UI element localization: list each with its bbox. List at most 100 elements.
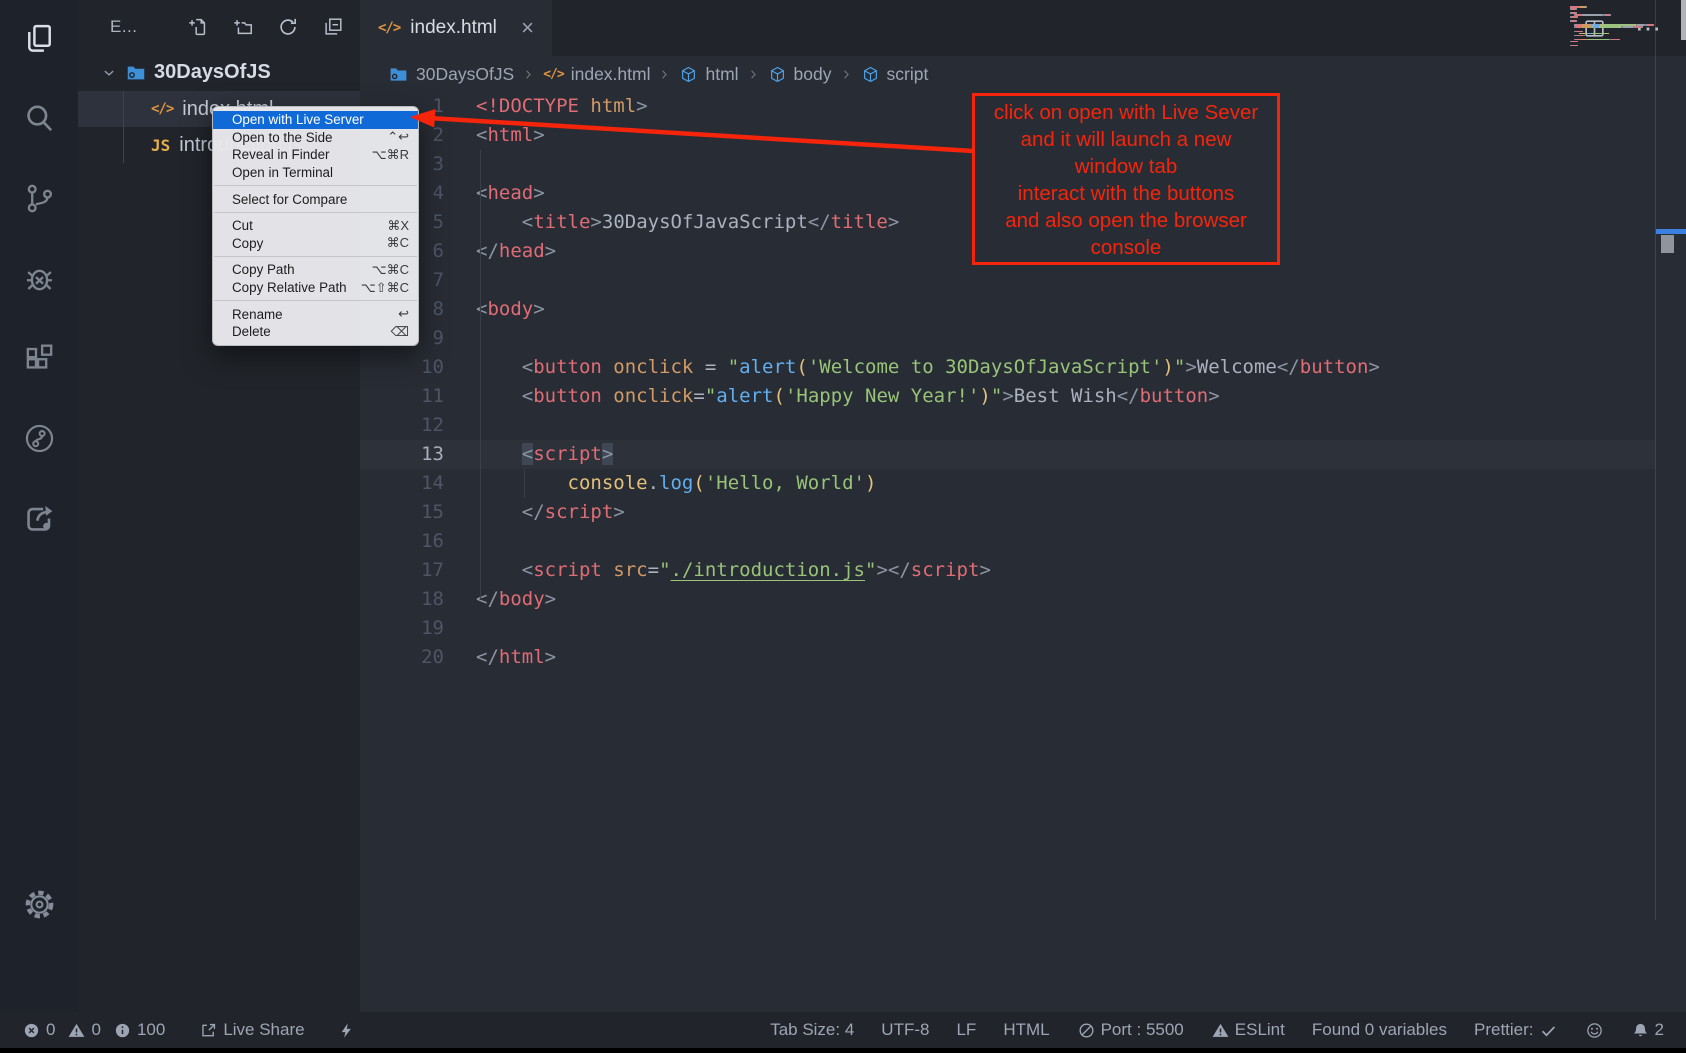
code-line-8[interactable]: 8<body>	[360, 295, 1686, 324]
breadcrumb-separator-icon	[521, 67, 536, 82]
status-item-lf[interactable]: LF	[956, 1020, 976, 1040]
bottom-strip	[0, 1048, 1686, 1053]
symbol-cube-icon	[861, 65, 880, 84]
symbol-cube-icon	[679, 65, 698, 84]
line-number: 20	[360, 643, 444, 672]
menu-item-copy-path[interactable]: Copy Path⌥⌘C	[213, 261, 418, 279]
live-share-icon	[22, 501, 57, 536]
tab-bar: </> index.html × ⋯	[360, 0, 1686, 56]
tab-index-html[interactable]: </> index.html ×	[360, 0, 552, 56]
circle-slash-icon	[1077, 1021, 1096, 1040]
status-item-port-5500[interactable]: Port : 5500	[1077, 1020, 1184, 1040]
status-item-smiley[interactable]	[1585, 1021, 1604, 1040]
code-line-18[interactable]: 18</body>	[360, 585, 1686, 614]
new-file-icon[interactable]	[187, 16, 209, 38]
breadcrumb-item-index-html[interactable]: </>index.html	[543, 64, 650, 85]
line-number: 10	[360, 353, 444, 382]
collapse-folders-icon[interactable]	[322, 16, 344, 38]
annotation-text: click on open with Live Sever	[975, 99, 1277, 126]
status-item-found-0-variables[interactable]: Found 0 variables	[1312, 1020, 1447, 1040]
breadcrumb-item-30daysofjs[interactable]: 30DaysOfJS	[388, 64, 514, 85]
chevron-down-icon	[100, 64, 118, 82]
status-item-live-share[interactable]: Live Share	[199, 1020, 304, 1040]
breadcrumb-item-html[interactable]: html	[679, 64, 738, 85]
status-item-tab-size-4[interactable]: Tab Size: 4	[770, 1020, 854, 1040]
menu-item-open-with-live-server[interactable]: Open with Live Server	[213, 111, 418, 129]
tree-folder-root[interactable]: 30DaysOfJS	[78, 54, 360, 91]
code-file-icon: </>	[543, 67, 563, 82]
run-debug-icon	[22, 261, 57, 296]
code-line-16[interactable]: 16	[360, 527, 1686, 556]
status-item-100[interactable]: 100	[113, 1020, 165, 1040]
line-number: 15	[360, 498, 444, 527]
line-number: 18	[360, 585, 444, 614]
menu-item-rename[interactable]: Rename↩	[213, 305, 418, 323]
status-item-utf-8[interactable]: UTF-8	[881, 1020, 929, 1040]
activity-search[interactable]	[0, 94, 78, 142]
scrollbar-sliver	[1681, 0, 1686, 40]
code-line-11[interactable]: 11 <button onclick="alert('Happy New Yea…	[360, 382, 1686, 411]
code-line-12[interactable]: 12	[360, 411, 1686, 440]
annotation-text: and also open the browser	[975, 207, 1277, 234]
status-item-bolt[interactable]	[337, 1021, 356, 1040]
menu-item-copy[interactable]: Copy⌘C	[213, 235, 418, 253]
refresh-explorer-icon[interactable]	[277, 16, 299, 38]
overview-marker	[1656, 229, 1686, 234]
annotation-text: interact with the buttons	[975, 180, 1277, 207]
status-item-2[interactable]: 2	[1631, 1020, 1664, 1040]
status-item-0[interactable]: 0	[22, 1020, 55, 1040]
menu-item-reveal-in-finder[interactable]: Reveal in Finder⌥⌘R	[213, 146, 418, 164]
menu-item-delete[interactable]: Delete⌫	[213, 323, 418, 341]
error-icon	[22, 1021, 41, 1040]
menu-item-cut[interactable]: Cut⌘X	[213, 217, 418, 235]
indent-guide	[480, 150, 481, 600]
code-line-19[interactable]: 19	[360, 614, 1686, 643]
folder-icon	[388, 64, 409, 85]
menu-item-select-for-compare[interactable]: Select for Compare	[213, 190, 418, 208]
activity-source-control[interactable]	[0, 174, 78, 222]
warning-icon	[1211, 1021, 1230, 1040]
code-line-7[interactable]: 7	[360, 266, 1686, 295]
annotation-text: window tab	[975, 153, 1277, 180]
menu-item-open-to-the-side[interactable]: Open to the Side⌃↩	[213, 129, 418, 147]
breadcrumb-item-script[interactable]: script	[861, 64, 929, 85]
breadcrumb-item-body[interactable]: body	[768, 64, 832, 85]
menu-separator	[214, 300, 417, 301]
activity-extensions[interactable]	[0, 334, 78, 382]
folder-icon	[125, 62, 147, 84]
menu-item-copy-relative-path[interactable]: Copy Relative Path⌥⇧⌘C	[213, 279, 418, 297]
activity-gitlens[interactable]	[0, 414, 78, 462]
warning-icon	[67, 1021, 86, 1040]
line-number: 12	[360, 411, 444, 440]
status-item-eslint[interactable]: ESLint	[1211, 1020, 1285, 1040]
close-tab-icon[interactable]: ×	[521, 17, 534, 39]
activity-explorer[interactable]	[0, 14, 78, 62]
activity-live-share[interactable]	[0, 494, 78, 542]
new-folder-icon[interactable]	[232, 16, 254, 38]
info-icon	[113, 1021, 132, 1040]
line-number: 16	[360, 527, 444, 556]
status-item-prettier[interactable]: Prettier:	[1474, 1020, 1558, 1040]
status-item-html[interactable]: HTML	[1003, 1020, 1049, 1040]
indent-guide-2	[524, 469, 525, 498]
explorer-header: E...	[78, 0, 360, 54]
activity-run-debug[interactable]	[0, 254, 78, 302]
status-bar: 00 100 Live Share Tab Size: 4 UTF-8 LF HTML Po…	[0, 1012, 1686, 1048]
context-menu: Open with Live ServerOpen to the Side⌃↩R…	[212, 106, 419, 346]
code-line-20[interactable]: 20</html>	[360, 643, 1686, 672]
code-line-13[interactable]: 13 <script>	[360, 440, 1655, 469]
live-share-icon	[199, 1021, 218, 1040]
menu-separator	[214, 185, 417, 186]
settings-gear-icon[interactable]	[0, 887, 78, 922]
code-line-14[interactable]: 14 console.log('Hello, World')	[360, 469, 1686, 498]
breadcrumb-separator-icon	[839, 67, 854, 82]
code-line-17[interactable]: 17 <script src="./introduction.js"></scr…	[360, 556, 1686, 585]
menu-item-open-in-terminal[interactable]: Open in Terminal	[213, 164, 418, 182]
status-item-0[interactable]: 0	[67, 1020, 100, 1040]
code-line-9[interactable]: 9	[360, 324, 1686, 353]
scrollbar-thumb[interactable]	[1661, 235, 1674, 253]
js-file-icon: JS	[151, 136, 170, 155]
code-line-15[interactable]: 15 </script>	[360, 498, 1686, 527]
minimap[interactable]	[1570, 6, 1654, 47]
code-line-10[interactable]: 10 <button onclick = "alert('Welcome to …	[360, 353, 1686, 382]
